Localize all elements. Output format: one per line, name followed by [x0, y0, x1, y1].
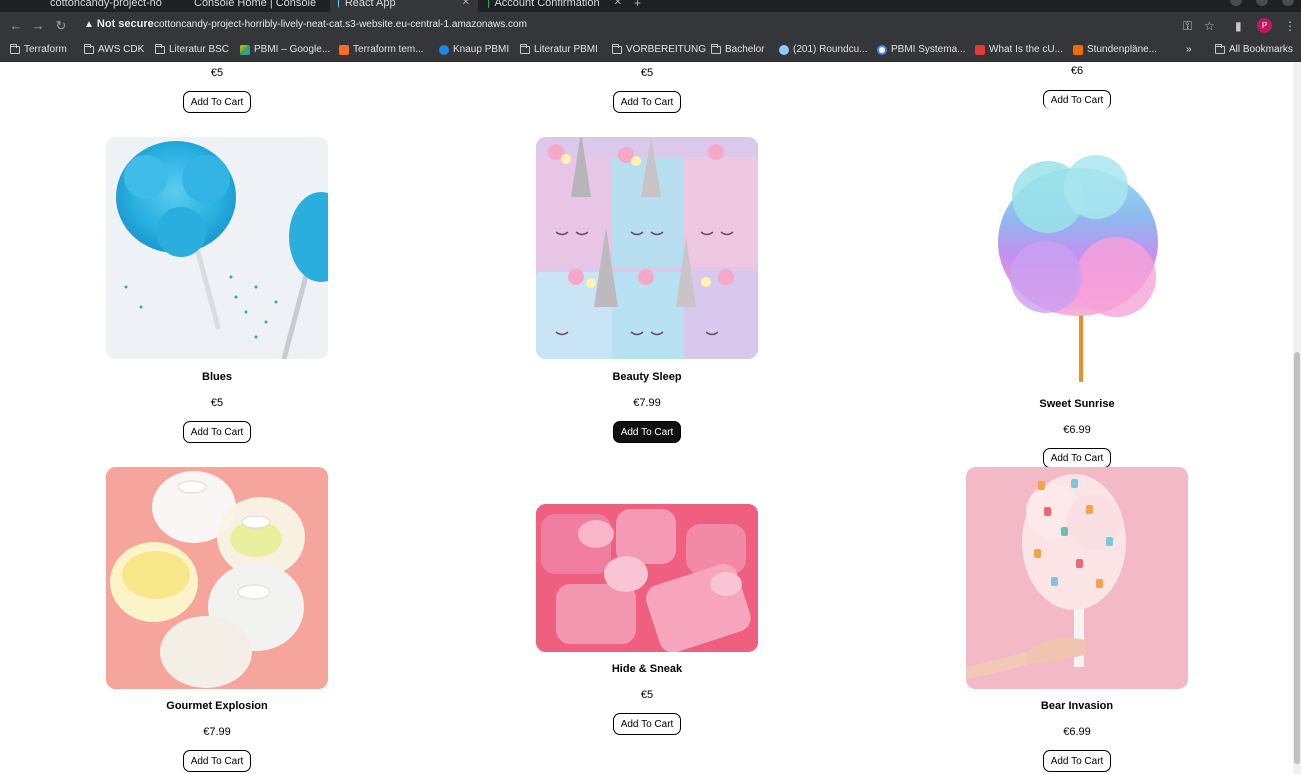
product-price: €5	[210, 397, 224, 409]
close-icon[interactable]: ✕	[614, 0, 622, 9]
product-price: €7.99	[203, 726, 231, 738]
site-icon	[779, 45, 789, 55]
product-price: €6.99	[1063, 726, 1091, 738]
back-icon[interactable]: ←	[8, 18, 24, 34]
cotton-candy-domes-illustration	[106, 467, 328, 689]
tab-title: cottoncandy-project-ho	[50, 0, 162, 9]
bookmark-item[interactable]: All Bookmarks	[1215, 43, 1293, 57]
bookmark-item[interactable]: Knaup PBMI	[439, 43, 509, 57]
product-price: €6.99	[1063, 424, 1091, 436]
bookmarks-overflow-button[interactable]: »	[1186, 43, 1192, 57]
add-to-cart-button[interactable]: Add To Cart	[613, 713, 681, 735]
site-icon	[975, 45, 985, 55]
browser-tab[interactable]: Account Confirmation ✕	[480, 0, 630, 12]
tab-title: Account Confirmation	[494, 0, 600, 9]
bookmark-item[interactable]: Terraform	[10, 43, 67, 57]
side-panel-icon[interactable]: ▮	[1235, 18, 1242, 34]
profile-avatar[interactable]: P	[1257, 18, 1272, 33]
rainbow-cotton-candy-illustration	[998, 155, 1158, 382]
password-key-icon[interactable]: ⚿	[1183, 18, 1192, 34]
google-drive-icon	[240, 45, 250, 55]
star-icon[interactable]: ☆	[1204, 18, 1215, 34]
product-price: €7.99	[633, 397, 661, 409]
tab-title: React App	[344, 0, 396, 9]
product-image-blues[interactable]	[106, 137, 328, 359]
add-to-cart-button[interactable]: Add To Cart	[613, 421, 681, 443]
product-price: €5	[640, 689, 654, 701]
bookmark-item[interactable]: PBMI – Google...	[240, 43, 330, 57]
window-close-icon[interactable]	[1282, 0, 1294, 6]
reload-icon[interactable]: ↻	[53, 18, 69, 34]
unicorn-cups-illustration	[536, 137, 758, 359]
scrollbar-thumb[interactable]	[1294, 352, 1300, 764]
product-name: Sweet Sunrise	[1039, 398, 1115, 410]
blue-cotton-candy-illustration	[106, 137, 328, 359]
folder-icon	[155, 44, 165, 54]
bookmark-item[interactable]: VORBEREITUNG	[612, 43, 706, 57]
browser-tab[interactable]: cottoncandy-project-ho ✕	[36, 0, 176, 12]
minimize-icon[interactable]	[1230, 0, 1242, 6]
add-to-cart-button[interactable]: Add To Cart	[1043, 448, 1111, 468]
bookmark-item[interactable]: Literatur BSC	[155, 43, 229, 57]
add-to-cart-button[interactable]: Add To Cart	[183, 421, 251, 443]
folder-icon	[711, 44, 721, 54]
pink-cups-illustration	[536, 504, 758, 652]
add-to-cart-button[interactable]: Add To Cart	[1043, 750, 1111, 772]
product-price: €6	[1070, 65, 1084, 77]
tab-strip: cottoncandy-project-ho ✕ Console Home | …	[0, 0, 1301, 12]
browser-toolbar: ← → ↻ ▲ Not secure cottoncandy-project-ho…	[0, 12, 1301, 40]
product-grid: €5 Add To Cart €5 Add To Cart €6 Add To …	[0, 62, 1293, 774]
bookmark-item[interactable]: AWS CDK	[84, 43, 144, 57]
folder-icon	[10, 44, 20, 54]
site-icon	[1073, 45, 1083, 55]
menu-kebab-icon[interactable]: ⋮	[1284, 18, 1296, 34]
product-name: Hide & Sneak	[611, 663, 683, 675]
page-scrollbar[interactable]	[1293, 62, 1301, 774]
folder-icon	[520, 44, 530, 54]
site-icon	[439, 45, 449, 55]
product-image-gourmet-explosion[interactable]	[106, 467, 328, 689]
bookmarks-bar: Terraform AWS CDK Literatur BSC PBMI – G…	[0, 40, 1301, 62]
tab-title: Console Home | Console	[194, 0, 317, 9]
address-bar[interactable]: ▲ Not secure cottoncandy-project-horribly…	[76, 15, 1226, 37]
warning-icon: ▲	[84, 19, 94, 30]
folder-icon	[84, 44, 94, 54]
bookmark-item[interactable]: What Is the cU...	[975, 43, 1063, 57]
bookmark-item[interactable]: (201) Roundcu...	[779, 43, 868, 57]
folder-icon	[1215, 44, 1225, 54]
browser-tab[interactable]: Console Home | Console ✕	[180, 0, 330, 12]
bookmark-item[interactable]: Literatur PBMI	[520, 43, 598, 57]
folder-icon	[612, 44, 622, 54]
close-icon[interactable]: ✕	[462, 0, 470, 9]
add-to-cart-button[interactable]: Add To Cart	[183, 91, 251, 113]
product-name: Bear Invasion	[1040, 700, 1114, 712]
react-icon	[338, 0, 339, 8]
url-text[interactable]: cottoncandy-project-horribly-lively-neat…	[154, 19, 527, 30]
gitlab-icon	[339, 45, 349, 55]
product-name: Blues	[202, 371, 232, 383]
add-to-cart-button[interactable]: Add To Cart	[613, 91, 681, 113]
browser-tab-active[interactable]: React App ✕	[330, 0, 478, 12]
add-to-cart-button[interactable]: Add To Cart	[183, 750, 251, 772]
bookmark-item[interactable]: PBMI Systema...	[877, 43, 965, 57]
google-icon	[877, 45, 887, 55]
gummy-bear-cotton-candy-illustration	[966, 467, 1188, 689]
security-indicator[interactable]: ▲ Not secure	[84, 18, 154, 30]
bookmark-item[interactable]: Terraform tem...	[339, 43, 424, 57]
product-name: Gourmet Explosion	[166, 700, 268, 712]
security-label: Not secure	[96, 18, 154, 30]
product-image-hide-and-sneak[interactable]	[536, 504, 758, 652]
product-image-beauty-sleep[interactable]	[536, 137, 758, 359]
maximize-icon[interactable]	[1256, 0, 1268, 6]
product-price: €5	[640, 67, 654, 79]
add-to-cart-button[interactable]: Add To Cart	[1043, 90, 1111, 109]
bookmark-item[interactable]: Bachelor	[711, 43, 764, 57]
product-name: Beauty Sleep	[612, 371, 682, 383]
product-price: €5	[210, 67, 224, 79]
product-image-bear-invasion[interactable]	[966, 467, 1188, 689]
bookmark-item[interactable]: Stundenpläne...	[1073, 43, 1157, 57]
product-image-sweet-sunrise[interactable]	[966, 117, 1188, 392]
forward-icon[interactable]: →	[30, 18, 46, 34]
new-tab-icon[interactable]: +	[634, 0, 641, 10]
